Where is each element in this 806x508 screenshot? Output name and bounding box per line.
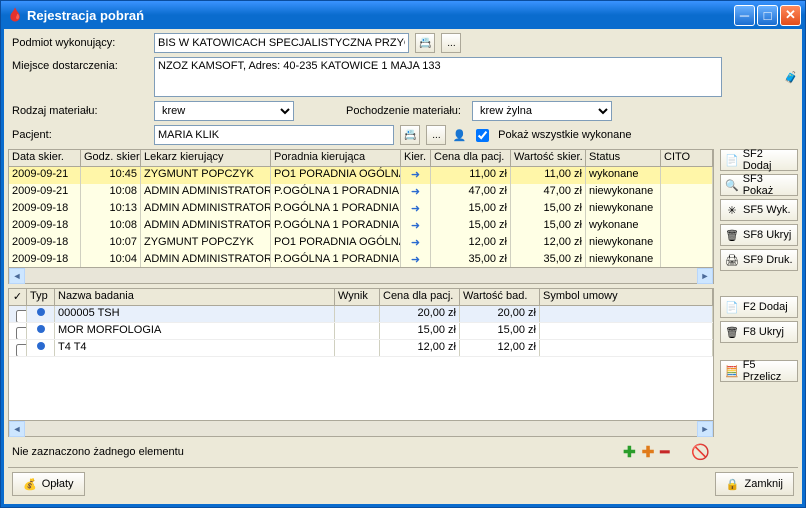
arrow-icon xyxy=(410,253,422,265)
tests-grid[interactable]: ✓ Typ Nazwa badania Wynik Cena dla pacj.… xyxy=(8,288,714,437)
arrow-icon xyxy=(410,185,422,197)
miejsce-textarea[interactable]: NZOZ KAMSOFT, Adres: 40-235 KATOWICE 1 M… xyxy=(154,57,722,97)
pokaz-checkbox[interactable] xyxy=(476,129,489,142)
podmiot-label: Podmiot wykonujący: xyxy=(8,37,148,49)
table-row[interactable]: 2009-09-1810:04ADMIN ADMINISTRATORP.OGÓL… xyxy=(9,252,713,267)
sf5-wyk-button[interactable]: ✳SF5 Wyk. xyxy=(720,199,798,221)
table-row[interactable]: T4 T412,00 zł12,00 zł xyxy=(9,340,713,357)
arrow-icon xyxy=(410,202,422,214)
f5-przelicz-button-icon: 🧮 xyxy=(725,364,739,378)
table-row[interactable]: 000005 TSH20,00 zł20,00 zł xyxy=(9,306,713,323)
add-green-icon[interactable]: ✚ xyxy=(623,443,636,461)
f2-dodaj-button[interactable]: 📄F2 Dodaj xyxy=(720,296,798,318)
table-row[interactable]: MOR MORFOLOGIA15,00 zł15,00 zł xyxy=(9,323,713,340)
add-orange-icon[interactable]: ✚ xyxy=(642,443,655,461)
podmiot-ellipsis-button[interactable]: ... xyxy=(441,33,461,53)
close-button[interactable]: ✕ xyxy=(780,5,801,26)
zamknij-button[interactable]: 🔒 Zamknij xyxy=(715,472,794,496)
remove-red-icon[interactable]: ━ xyxy=(660,443,669,461)
grid1-hscroll[interactable]: ◄► xyxy=(9,267,713,283)
table-row[interactable]: 2009-09-1810:08ADMIN ADMINISTRATORP.OGÓL… xyxy=(9,218,713,235)
window-title: Rejestracja pobrań xyxy=(27,8,734,23)
sf9-druk-button-icon: 🖨 xyxy=(725,253,739,267)
grid2-hscroll[interactable]: ◄► xyxy=(9,420,713,436)
type-dot-icon xyxy=(37,342,45,350)
sf3-pokaz-button-icon: 🔍 xyxy=(725,178,739,192)
pacjent-card-button[interactable]: 📇 xyxy=(400,125,420,145)
type-dot-icon xyxy=(37,308,45,316)
table-row[interactable]: 2009-09-1810:13ADMIN ADMINISTRATORP.OGÓL… xyxy=(9,201,713,218)
money-icon: 💰 xyxy=(23,478,37,491)
pokaz-label: Pokaż wszystkie wykonane xyxy=(498,129,631,141)
miejsce-label: Miejsce dostarczenia: xyxy=(8,57,148,72)
podmiot-input[interactable] xyxy=(154,33,409,53)
table-row[interactable]: 2009-09-1810:07ZYGMUNT POPCZYKPO1 PORADN… xyxy=(9,235,713,252)
table-row[interactable]: 2009-09-2110:45ZYGMUNT POPCZYKPO1 PORADN… xyxy=(9,167,713,184)
minimize-button[interactable]: ─ xyxy=(734,5,755,26)
rodzaj-label: Rodzaj materiału: xyxy=(8,105,148,117)
type-dot-icon xyxy=(37,325,45,333)
grid1-header: Data skier. Godz. skier. Lekarz kierując… xyxy=(9,150,713,167)
app-icon: 🩸 xyxy=(7,7,23,23)
rodzaj-select[interactable]: krew xyxy=(154,101,294,121)
sf8-ukryj-button[interactable]: 🗑SF8 Ukryj xyxy=(720,224,798,246)
sf2-dodaj-button-icon: 📄 xyxy=(725,153,739,167)
table-row[interactable]: 2009-09-2110:08ADMIN ADMINISTRATORP.OGÓL… xyxy=(9,184,713,201)
podmiot-card-button[interactable]: 📇 xyxy=(415,33,435,53)
maximize-button[interactable]: □ xyxy=(757,5,778,26)
f5-przelicz-button[interactable]: 🧮F5 Przelicz xyxy=(720,360,798,382)
pacjent-ellipsis-button[interactable]: ... xyxy=(426,125,446,145)
sf9-druk-button[interactable]: 🖨SF9 Druk. xyxy=(720,249,798,271)
pochodzenie-select[interactable]: krew żylna xyxy=(472,101,612,121)
referrals-grid[interactable]: Data skier. Godz. skier. Lekarz kierując… xyxy=(8,149,714,284)
sf5-wyk-button-icon: ✳ xyxy=(725,203,739,217)
row-checkbox[interactable] xyxy=(16,327,27,339)
row-checkbox[interactable] xyxy=(16,310,27,322)
prohibit-icon[interactable]: 🚫 xyxy=(691,443,710,461)
status-text: Nie zaznaczono żadnego elementu xyxy=(12,446,617,458)
miejsce-side-icon[interactable]: 🧳 xyxy=(784,71,798,84)
person-icon[interactable]: 👤 xyxy=(452,129,466,142)
arrow-icon xyxy=(410,219,422,231)
pacjent-input[interactable] xyxy=(154,125,394,145)
titlebar: 🩸 Rejestracja pobrań ─ □ ✕ xyxy=(1,1,805,29)
grid2-header: ✓ Typ Nazwa badania Wynik Cena dla pacj.… xyxy=(9,289,713,306)
oplaty-button[interactable]: 💰 Opłaty xyxy=(12,472,85,496)
row-checkbox[interactable] xyxy=(16,344,27,356)
f2-dodaj-button-icon: 📄 xyxy=(725,300,739,314)
arrow-icon xyxy=(410,236,422,248)
lock-icon: 🔒 xyxy=(726,478,740,491)
sf2-dodaj-button[interactable]: 📄SF2 Dodaj xyxy=(720,149,798,171)
f8-ukryj-button[interactable]: 🗑F8 Ukryj xyxy=(720,321,798,343)
arrow-icon xyxy=(410,168,422,180)
pochodzenie-label: Pochodzenie materiału: xyxy=(346,105,466,117)
sf8-ukryj-button-icon: 🗑 xyxy=(725,228,739,242)
f8-ukryj-button-icon: 🗑 xyxy=(725,325,739,339)
sf3-pokaz-button[interactable]: 🔍SF3 Pokaż xyxy=(720,174,798,196)
pacjent-label: Pacjent: xyxy=(8,129,148,141)
